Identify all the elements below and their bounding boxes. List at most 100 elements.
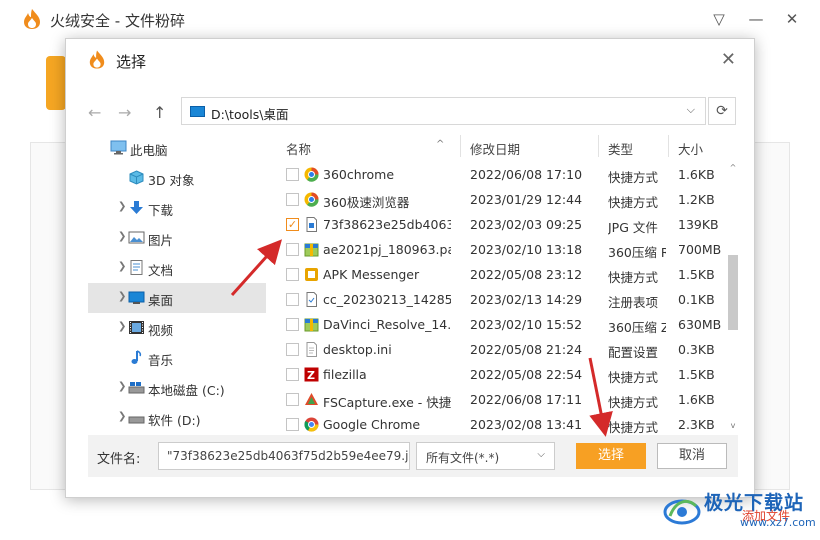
tree-item-label: 软件 (D:): [148, 413, 201, 428]
filename-input[interactable]: "73f38623e25db4063f75d2b59e4ee79.jp: [158, 442, 410, 470]
refresh-button[interactable]: ⟳: [708, 97, 736, 125]
file-size: 1.6KB: [678, 167, 715, 182]
tree-item-label: 桌面: [148, 293, 174, 308]
music-icon: [131, 350, 142, 364]
cube-icon: [129, 170, 144, 185]
select-button[interactable]: 选择: [576, 443, 646, 469]
menu-dropdown-icon[interactable]: ▽: [708, 8, 730, 30]
file-name: 360chrome: [323, 167, 395, 182]
tree-item-drive-d[interactable]: ❯ 软件 (D:): [88, 403, 266, 433]
scroll-down-icon[interactable]: v: [728, 421, 738, 430]
file-row[interactable]: Google Chrome 2023/02/08 13:41 快捷方式 2.3K…: [278, 412, 728, 437]
file-size: 700MB: [678, 242, 722, 257]
file-row[interactable]: DaVinci_Resolve_14.1_ 2023/02/10 15:52 3…: [278, 312, 728, 337]
file-row[interactable]: Z filezilla 2022/05/08 22:54 快捷方式 1.5KB: [278, 362, 728, 387]
column-header-type[interactable]: 类型: [608, 139, 633, 158]
file-name: 360极速浏览器: [323, 195, 410, 210]
chevron-down-icon[interactable]: ⌵: [687, 103, 695, 117]
tree-item-downloads[interactable]: ❯ 下载: [88, 193, 266, 223]
cancel-button[interactable]: 取消: [657, 443, 727, 469]
file-date: 2022/05/08 23:12: [470, 267, 583, 282]
file-row[interactable]: ae2021pj_180963.part 2023/02/10 13:18 36…: [278, 237, 728, 262]
tree-item-label: 下载: [148, 203, 174, 218]
file-type: JPG 文件: [608, 220, 658, 235]
file-checkbox[interactable]: [286, 343, 299, 356]
close-dialog-button[interactable]: ✕: [721, 49, 736, 70]
file-list-header: 名称 ^ 修改日期 类型 大小: [278, 133, 728, 161]
file-row[interactable]: cc_20230213_142857.r 2023/02/13 14:29 注册…: [278, 287, 728, 312]
file-name: cc_20230213_142857.r: [323, 292, 451, 307]
back-arrow-icon[interactable]: ←: [88, 103, 101, 122]
chevron-right-icon[interactable]: ❯: [118, 381, 126, 392]
close-app-button[interactable]: ✕: [781, 8, 803, 30]
tree-item-this-pc[interactable]: 此电脑: [88, 133, 266, 163]
file-name: FSCapture.exe - 快捷方: [323, 395, 451, 410]
filezilla-icon: Z: [304, 367, 319, 382]
file-type: 360压缩 R: [608, 245, 666, 260]
file-checkbox[interactable]: [286, 318, 299, 331]
tree-item-drive-c[interactable]: ❯ 本地磁盘 (C:): [88, 373, 266, 403]
column-header-name[interactable]: 名称: [286, 139, 311, 158]
chevron-right-icon[interactable]: ❯: [118, 201, 126, 212]
ini-file-icon: [306, 342, 317, 357]
tree-item-documents[interactable]: ❯ 文档: [88, 253, 266, 283]
tree-item-music[interactable]: 音乐: [88, 343, 266, 373]
file-list-scrollbar[interactable]: ^ v: [728, 135, 738, 435]
tree-item-desktop[interactable]: ❯ 桌面: [88, 283, 266, 313]
file-row[interactable]: ✓ 73f38623e25db4063f7 2023/02/03 09:25 J…: [278, 212, 728, 237]
file-checkbox[interactable]: [286, 368, 299, 381]
file-row[interactable]: APK Messenger 2022/05/08 23:12 快捷方式 1.5K…: [278, 262, 728, 287]
file-type: 快捷方式: [608, 170, 659, 185]
scrollbar-thumb[interactable]: [728, 255, 738, 330]
file-row[interactable]: desktop.ini 2022/05/08 21:24 配置设置 0.3KB: [278, 337, 728, 362]
file-size: 2.3KB: [678, 417, 715, 432]
huorong-logo-icon: [89, 50, 105, 69]
filter-value: 所有文件(*.*): [426, 451, 500, 465]
minimize-button[interactable]: —: [745, 8, 767, 30]
file-checkbox[interactable]: [286, 293, 299, 306]
column-header-date[interactable]: 修改日期: [470, 139, 520, 158]
file-name: ae2021pj_180963.part: [323, 242, 451, 257]
column-header-size[interactable]: 大小: [678, 139, 703, 158]
address-bar[interactable]: D:\tools\桌面 ⌵: [181, 97, 706, 125]
file-row[interactable]: FSCapture.exe - 快捷方 2022/06/08 17:11 快捷方…: [278, 387, 728, 412]
file-name: desktop.ini: [323, 342, 392, 357]
file-type: 快捷方式: [608, 195, 659, 210]
dialog-title: 选择: [116, 53, 147, 71]
chevron-right-icon[interactable]: ❯: [118, 321, 126, 332]
file-checkbox[interactable]: [286, 243, 299, 256]
file-checkbox[interactable]: [286, 193, 299, 206]
file-size: 1.5KB: [678, 367, 715, 382]
up-arrow-icon[interactable]: ↑: [153, 103, 166, 122]
chevron-right-icon[interactable]: ❯: [118, 261, 126, 272]
file-type-filter-select[interactable]: 所有文件(*.*) ⌵: [416, 442, 555, 470]
file-date: 2022/05/08 22:54: [470, 367, 583, 382]
chevron-right-icon[interactable]: ❯: [118, 231, 126, 242]
360chrome-icon: [304, 192, 319, 207]
watermark-logo-icon: [663, 499, 701, 525]
scroll-up-icon[interactable]: ^: [728, 163, 738, 172]
file-row[interactable]: 360极速浏览器 2023/01/29 12:44 快捷方式 1.2KB: [278, 187, 728, 212]
file-checkbox-checked[interactable]: ✓: [286, 218, 299, 231]
file-type: 配置设置: [608, 345, 659, 360]
archive-icon: [304, 318, 319, 332]
file-date: 2022/05/08 21:24: [470, 342, 583, 357]
sort-up-icon[interactable]: ^: [436, 139, 444, 150]
watermark-caption: 添加文件: [742, 509, 791, 523]
file-checkbox[interactable]: [286, 393, 299, 406]
tree-item-label: 3D 对象: [148, 173, 195, 188]
file-size: 139KB: [678, 217, 719, 232]
tree-item-3d-objects[interactable]: 3D 对象: [88, 163, 266, 193]
forward-arrow-icon[interactable]: →: [118, 103, 131, 122]
chevron-right-icon[interactable]: ❯: [118, 291, 126, 302]
chevron-right-icon[interactable]: ❯: [118, 411, 126, 422]
download-icon: [130, 201, 143, 214]
tree-item-pictures[interactable]: ❯ 图片: [88, 223, 266, 253]
huorong-logo-icon: [24, 9, 40, 29]
file-checkbox[interactable]: [286, 268, 299, 281]
tree-item-videos[interactable]: ❯ 视频: [88, 313, 266, 343]
file-checkbox[interactable]: [286, 418, 299, 431]
file-size: 1.2KB: [678, 192, 715, 207]
file-row[interactable]: 360chrome 2022/06/08 17:10 快捷方式 1.6KB: [278, 162, 728, 187]
file-checkbox[interactable]: [286, 168, 299, 181]
